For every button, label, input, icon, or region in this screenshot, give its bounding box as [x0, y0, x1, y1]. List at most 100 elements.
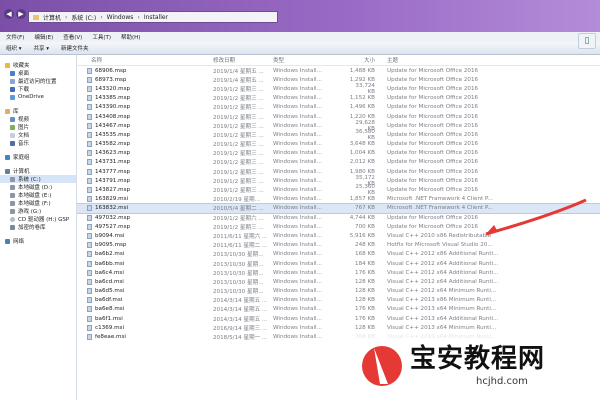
table-row[interactable]: 143385.msp 2019/1/2 星期三 ... Windows Instal…: [77, 94, 347, 103]
table-row[interactable]: 143535.msp 2019/1/2 星期三 ... Windows Instal…: [77, 130, 347, 139]
column-size[interactable]: 大小: [347, 56, 383, 64]
table-row[interactable]: 1,004 KB Update for Microsoft Office 2016: [347, 149, 600, 158]
sidebar-item-pictures[interactable]: 图片: [0, 123, 76, 131]
table-row[interactable]: ba6b2.msi 2013/10/30 星期... Windows Install…: [77, 250, 347, 259]
table-row[interactable]: 143467.msp 2019/1/2 星期三 ... Windows Instal…: [77, 121, 347, 130]
command-bar: 组织 ▾ 共享 ▾ 新建文件夹: [0, 42, 600, 55]
table-row[interactable]: 29,628 KB Update for Microsoft Office 201…: [347, 120, 600, 132]
table-row[interactable]: 143582.msp 2019/1/2 星期三 ... Windows Instal…: [77, 140, 347, 149]
menu-file[interactable]: 文件(F): [6, 33, 24, 41]
table-row[interactable]: 35,172 KB Update for Microsoft Office 201…: [347, 175, 600, 187]
sidebar-item-homegroup[interactable]: 家庭组: [0, 153, 76, 161]
sidebar-item-drive-f[interactable]: 本地磁盘 (F:): [0, 199, 76, 207]
table-row[interactable]: ba6f1.msi 2014/3/14 星期五 ... Windows Instal…: [77, 314, 347, 323]
table-row[interactable]: 1,496 KB Update for Microsoft Office 2016: [347, 103, 600, 112]
sidebar-item-libraries[interactable]: 库: [0, 107, 76, 115]
table-row[interactable]: 143623.msp 2019/1/2 星期三 ... Windows Instal…: [77, 149, 347, 158]
table-row[interactable]: 25,360 KB Update for Microsoft Office 201…: [347, 184, 600, 196]
sidebar-item-drive-e[interactable]: 本地磁盘 (E:): [0, 191, 76, 199]
table-row[interactable]: ba6c4.msi 2013/10/30 星期... Windows Install…: [77, 268, 347, 277]
sidebar-item-documents[interactable]: 文档: [0, 131, 76, 139]
table-row[interactable]: 1,488 KB Update for Microsoft Office 2016: [347, 66, 600, 75]
table-row[interactable]: 176 KB Visual C++ 2012 x64 Additional Run…: [347, 268, 600, 277]
table-row[interactable]: 1,980 KB Update for Microsoft Office 2016: [347, 167, 600, 176]
table-row[interactable]: 143390.msp 2019/1/2 星期三 ... Windows Instal…: [77, 103, 347, 112]
column-date[interactable]: 修改日期: [213, 56, 273, 64]
address-bar[interactable]: 计算机 › 系统 (C:) › Windows › Installer: [28, 11, 278, 23]
table-row[interactable]: ba6cd.msi 2013/10/30 星期... Windows Install…: [77, 277, 347, 286]
breadcrumb-system-c[interactable]: 系统 (C:): [71, 13, 96, 22]
table-row[interactable]: 33,724 KB Update for Microsoft Office 201…: [347, 83, 600, 95]
table-row[interactable]: 1,292 KB Update for Microsoft Office 2016: [347, 75, 600, 84]
table-row[interactable]: 176 KB Visual C++ 2013 x64 Minimum Runti.…: [347, 305, 600, 314]
sidebar-item-drive-c[interactable]: 系统 (C:): [0, 175, 76, 183]
table-row[interactable]: ba6bb.msi 2013/10/30 星期... Windows Install…: [77, 259, 347, 268]
menu-help[interactable]: 帮助(H): [121, 33, 140, 41]
menu-edit[interactable]: 编辑(E): [34, 33, 53, 41]
sidebar-item-drive-h[interactable]: CD 驱动器 (H:) GSP: [0, 215, 76, 223]
table-row[interactable]: 128 KB Visual C++ 2012 x64 Minimum Runti.…: [347, 287, 600, 296]
sidebar-item-recent[interactable]: 最近访问的位置: [0, 77, 76, 85]
table-row[interactable]: 143791.msp 2019/1/2 星期三 ... Windows Instal…: [77, 176, 347, 185]
table-row[interactable]: 248 KB Hotfix for Microsoft Visual Studio…: [347, 241, 600, 250]
table-row[interactable]: 176 KB Visual C++ 2013 x64 Additional Run…: [347, 314, 600, 323]
table-row[interactable]: 1,220 KB Update for Microsoft Office 2016: [347, 112, 600, 121]
table-row[interactable]: 143320.msp 2019/1/2 星期三 ... Windows Instal…: [77, 84, 347, 93]
new-folder-button[interactable]: 新建文件夹: [61, 44, 89, 52]
sidebar-item-computer[interactable]: 计算机: [0, 167, 76, 175]
table-row[interactable]: 68973.msp 2019/1/4 星期五 ... Windows Install…: [77, 75, 347, 84]
sidebar-item-downloads[interactable]: 下载: [0, 85, 76, 93]
file-name-cell: fe8eae.msi: [77, 334, 213, 341]
table-row[interactable]: 128 KB Visual C++ 2013 x86 Minimum Runti.…: [347, 296, 600, 305]
table-row[interactable]: ba6d5.msi 2013/10/30 星期... Windows Install…: [77, 287, 347, 296]
table-row[interactable]: 497527.msp 2019/1/2 星期三 ... Windows Instal…: [77, 222, 347, 231]
table-row[interactable]: 143731.msp 2019/1/2 星期三 ... Windows Instal…: [77, 158, 347, 167]
file-subject: Update for Microsoft Office 2016: [387, 141, 479, 148]
breadcrumb-windows[interactable]: Windows: [107, 14, 134, 21]
column-type[interactable]: 类型: [273, 56, 333, 64]
sidebar-item-drive-d[interactable]: 本地磁盘 (D:): [0, 183, 76, 191]
table-row[interactable]: 1,152 KB Update for Microsoft Office 2016: [347, 94, 600, 103]
back-button[interactable]: ◀: [4, 9, 14, 19]
organize-button[interactable]: 组织 ▾: [6, 44, 22, 52]
table-row[interactable]: 168 KB Visual C++ 2012 x86 Additional Run…: [347, 250, 600, 259]
table-row[interactable]: 143408.msp 2019/1/2 星期三 ... Windows Instal…: [77, 112, 347, 121]
table-row[interactable]: 36,580 KB Update for Microsoft Office 201…: [347, 129, 600, 141]
column-subject[interactable]: 主题: [383, 56, 600, 64]
table-row[interactable]: 163832.msi 2010/5/4 星期二 ... Windows Instal…: [77, 202, 347, 215]
sidebar-item-encrypted[interactable]: 加密的卷库: [0, 223, 76, 231]
table-row[interactable]: 2,012 KB Update for Microsoft Office 2016: [347, 158, 600, 167]
sidebar-item-videos[interactable]: 视频: [0, 115, 76, 123]
sidebar-item-desktop[interactable]: 桌面: [0, 69, 76, 77]
breadcrumb-computer[interactable]: 计算机: [43, 13, 61, 22]
preview-pane-icon[interactable]: ▯: [578, 33, 596, 49]
share-button[interactable]: 共享 ▾: [34, 44, 50, 52]
sidebar-item-favorites[interactable]: 收藏夹: [0, 61, 76, 69]
table-row[interactable]: 128 KB Visual C++ 2012 x64 Additional Run…: [347, 277, 600, 286]
table-row[interactable]: 497032.msp 2019/1/2 星期六 ... Windows Instal…: [77, 213, 347, 222]
sidebar-item-music[interactable]: 音乐: [0, 139, 76, 147]
table-row[interactable]: 143827.msp 2019/1/2 星期三 ... Windows Instal…: [77, 185, 347, 194]
file-date: 2010/5/4 星期二 ...: [213, 206, 264, 213]
table-row[interactable]: fe8eae.msi 2018/5/14 星期一 ... Windows Insta…: [77, 332, 347, 341]
sidebar-item-onedrive[interactable]: OneDrive: [0, 93, 76, 101]
table-row[interactable]: b9095.msp 2011/6/11 星期二 ... Windows Instal…: [77, 241, 347, 250]
table-row[interactable]: 143777.msp 2019/1/2 星期三 ... Windows Instal…: [77, 167, 347, 176]
menu-tools[interactable]: 工具(T): [92, 33, 111, 41]
table-row[interactable]: 184 KB Visual C++ 2012 x64 Additional Run…: [347, 259, 600, 268]
table-row[interactable]: ba6e8.msi 2014/3/14 星期五 ... Windows Instal…: [77, 305, 347, 314]
sidebar-item-network[interactable]: 网络: [0, 237, 76, 245]
menu-view[interactable]: 查看(V): [63, 33, 82, 41]
table-row[interactable]: b9094.msi 2011/6/11 星期六 ... Windows Instal…: [77, 231, 347, 240]
table-row[interactable]: c1369.msi 2016/9/14 星期三 ... Windows Instal…: [77, 323, 347, 332]
column-name[interactable]: 名称: [77, 56, 213, 64]
sidebar-item-label: OneDrive: [18, 94, 44, 100]
table-row[interactable]: 68906.msp 2019/1/4 星期五 ... Windows Install…: [77, 66, 347, 75]
sidebar-item-drive-g[interactable]: 游戏 (G:): [0, 207, 76, 215]
forward-button[interactable]: ▶: [16, 9, 26, 19]
table-row[interactable]: 3,648 KB Update for Microsoft Office 2016: [347, 140, 600, 149]
sidebar-group-label: 家庭组: [13, 155, 30, 161]
breadcrumb-installer[interactable]: Installer: [144, 14, 168, 21]
table-row[interactable]: 163829.msi 2010/2/19 星期... Windows Install…: [77, 195, 347, 204]
table-row[interactable]: ba6df.msi 2014/3/14 星期五 ... Windows Instal…: [77, 296, 347, 305]
